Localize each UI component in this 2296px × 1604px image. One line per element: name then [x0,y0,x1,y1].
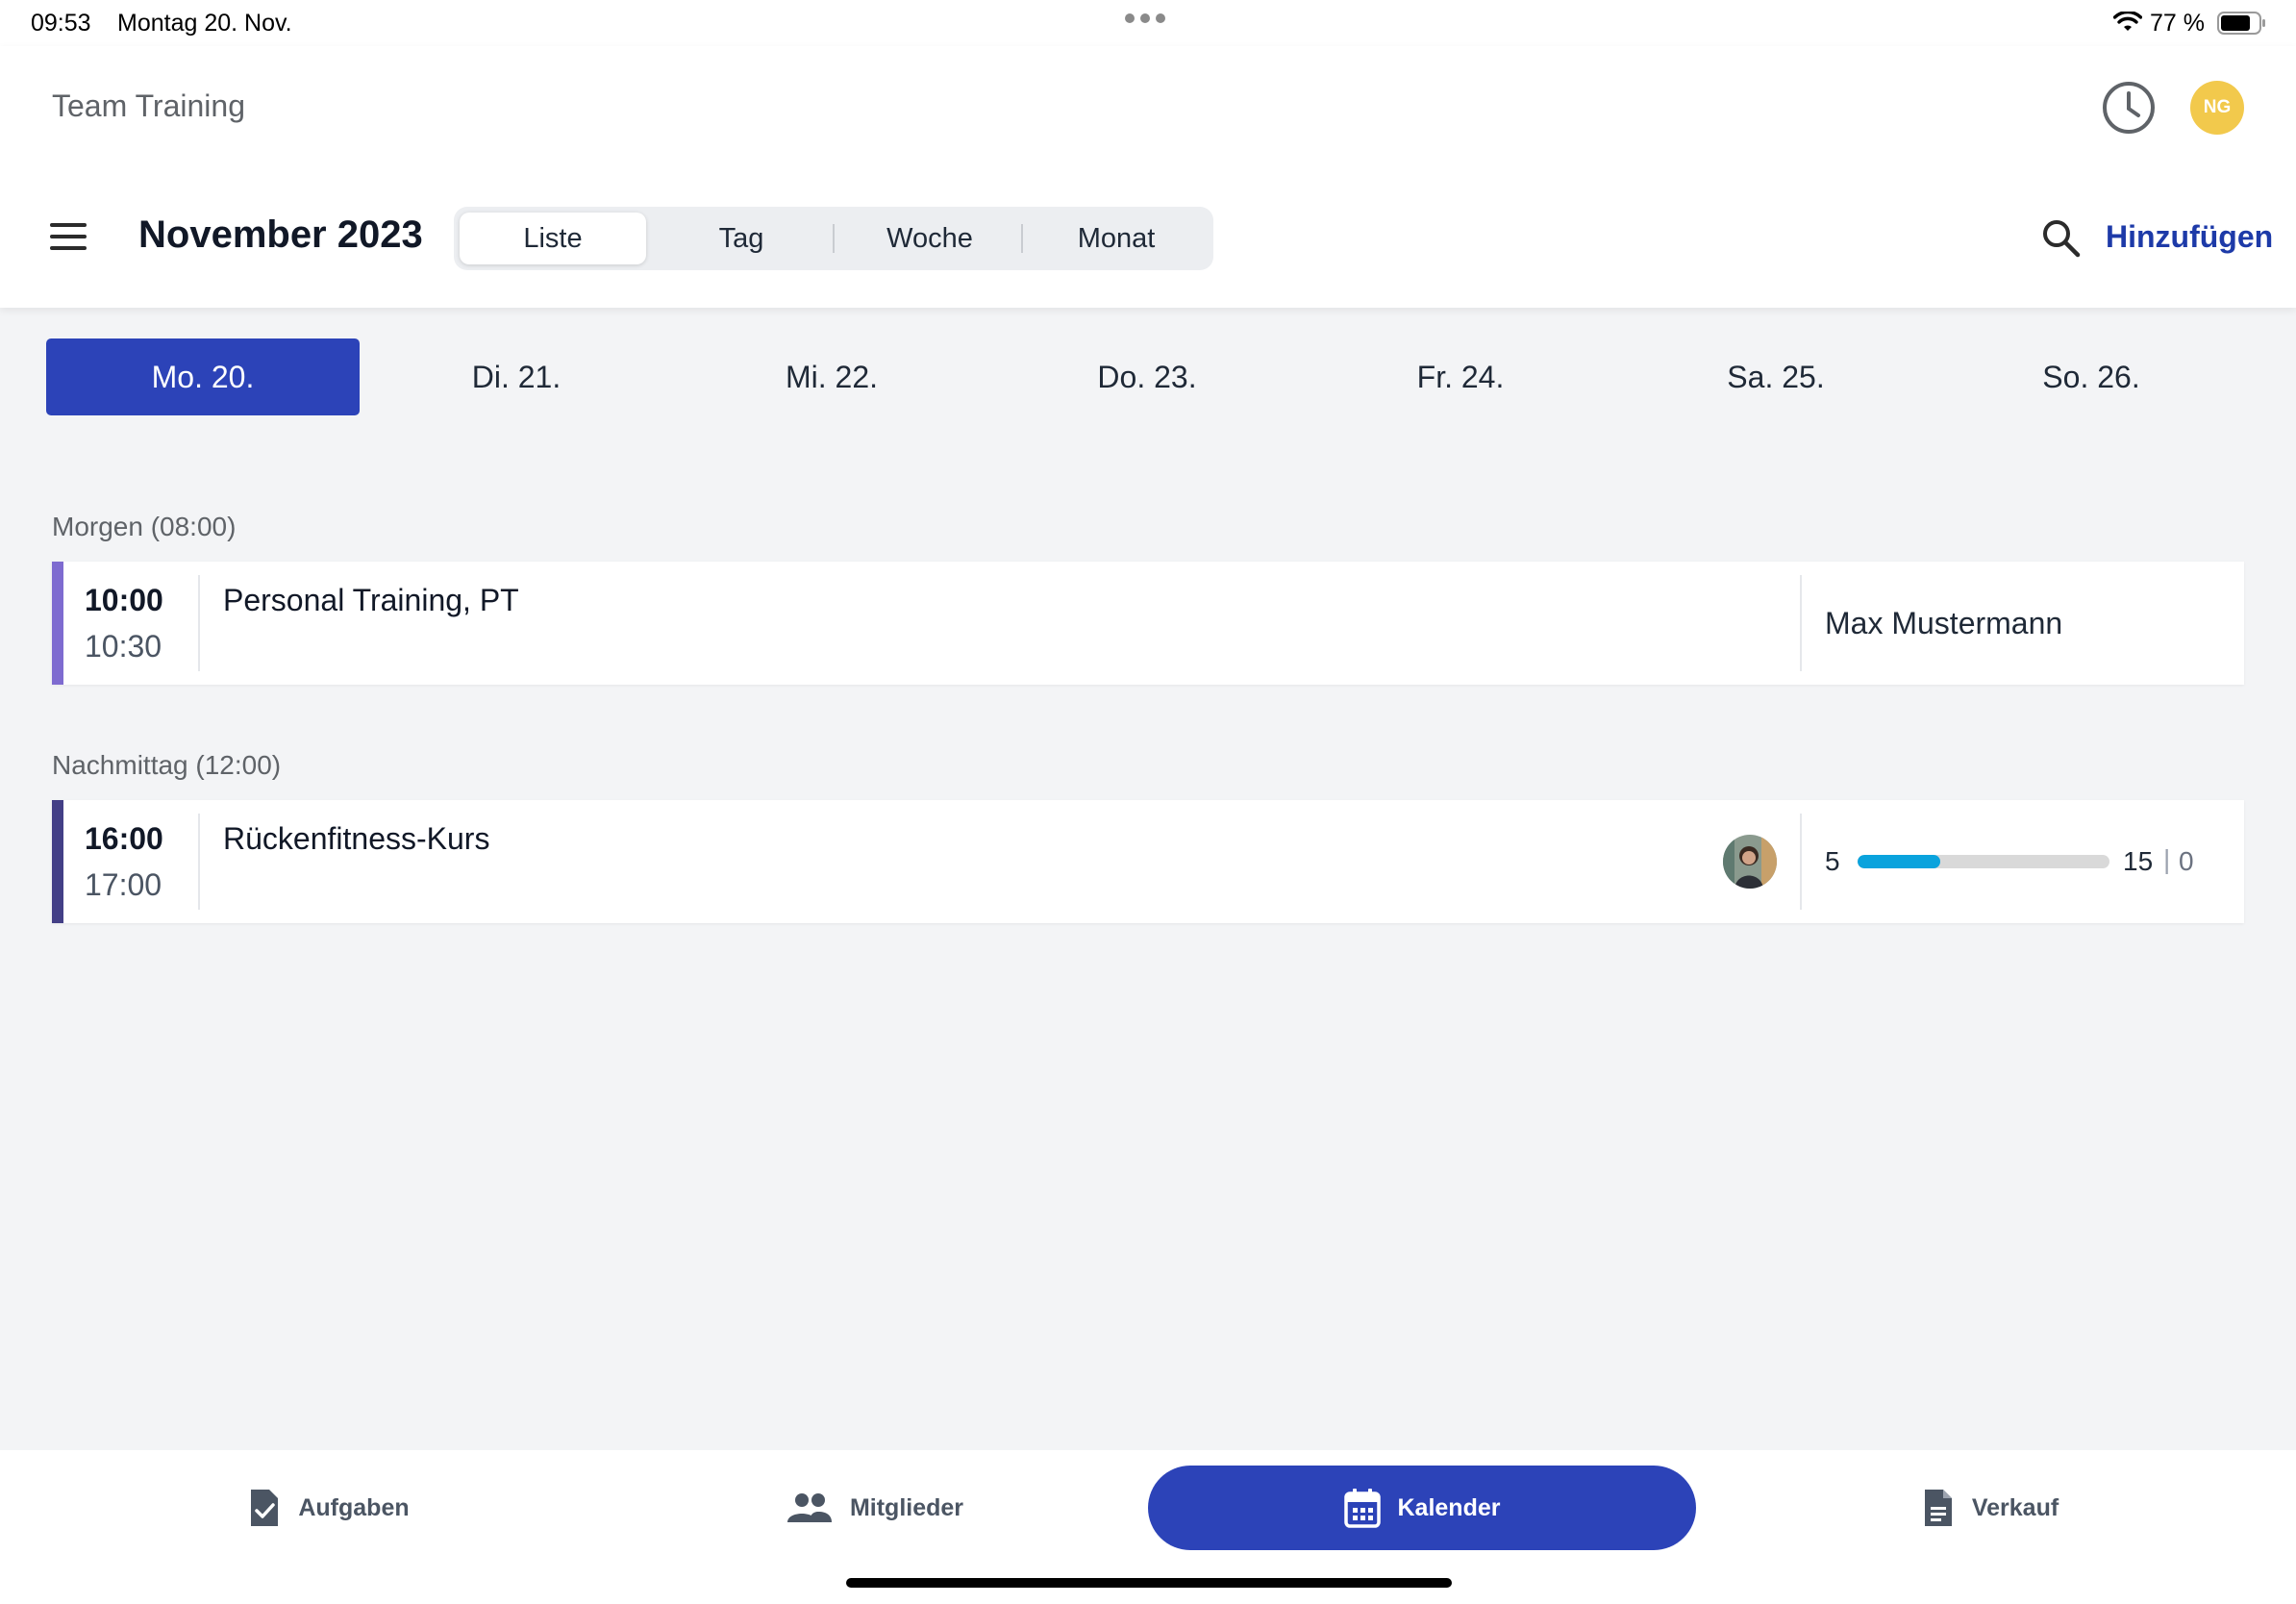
nav-label: Aufgaben [298,1493,410,1521]
day-thu[interactable]: Do. 23. [990,338,1304,415]
divider [198,814,200,910]
wifi-icon [2112,10,2143,38]
status-date: Montag 20. Nov. [117,10,292,37]
event-trainer: Max Mustermann [1825,606,2063,640]
event-card[interactable]: 10:00 10:30 Personal Training, PT Max Mu… [52,562,2244,685]
instructor-avatar [1723,835,1777,889]
add-button[interactable]: Hinzufügen [2106,219,2273,255]
event-title: Rückenfitness-Kurs [223,821,490,856]
tab-liste[interactable]: Liste [460,213,646,264]
event-end-time: 10:30 [85,629,162,664]
capacity-max: 15 [2123,846,2154,876]
event-card[interactable]: 16:00 17:00 Rückenfitness-Kurs 5 15 | 0 [52,800,2244,923]
month-title: November 2023 [138,213,423,256]
nav-aufgaben[interactable]: Aufgaben [185,1466,473,1550]
capacity-separator: | [2163,844,2171,874]
tab-woche[interactable]: Woche [836,213,1023,264]
home-indicator[interactable] [846,1578,1452,1588]
event-start-time: 10:00 [85,583,163,617]
divider [1800,814,1802,910]
divider [198,575,200,671]
status-bar [0,0,2296,46]
nav-kalender[interactable]: Kalender [1148,1466,1696,1550]
capacity-waitlist: 0 [2179,846,2194,876]
nav-label: Verkauf [1971,1493,2059,1521]
search-icon[interactable] [2040,217,2083,260]
nav-label: Kalender [1397,1493,1501,1521]
battery-percent: 77 % [2150,10,2205,37]
event-start-time: 16:00 [85,821,163,856]
people-icon [786,1493,832,1522]
day-wed[interactable]: Mi. 22. [675,338,988,415]
view-switcher: Liste Tag Woche Monat [454,207,1213,270]
day-tue[interactable]: Di. 21. [360,338,673,415]
capacity-bar [1858,855,2109,868]
capacity-booked: 5 [1825,846,1840,876]
event-accent-bar [52,800,63,923]
app-title: Team Training [52,88,245,123]
battery-icon [2217,12,2267,39]
capacity-bar-fill [1858,855,1941,868]
event-end-time: 17:00 [85,867,162,902]
day-sat[interactable]: Sa. 25. [1619,338,1933,415]
section-label-morning: Morgen (08:00) [52,512,237,541]
section-label-afternoon: Nachmittag (12:00) [52,750,282,780]
event-title: Personal Training, PT [223,583,519,617]
document-icon [1924,1490,1952,1526]
divider [1800,575,1802,671]
nav-verkauf[interactable]: Verkauf [1846,1466,2134,1550]
calendar-icon [1343,1489,1381,1528]
multitasking-dots-icon[interactable] [1125,13,1165,23]
day-sun[interactable]: So. 26. [1934,338,2248,415]
nav-mitglieder[interactable]: Mitglieder [731,1466,1019,1550]
day-mon[interactable]: Mo. 20. [46,338,360,415]
task-check-icon [251,1490,279,1526]
day-fri[interactable]: Fr. 24. [1304,338,1617,415]
user-avatar[interactable]: NG [2190,81,2244,135]
clock-icon[interactable] [2100,79,2158,137]
nav-label: Mitglieder [849,1493,964,1521]
tab-monat[interactable]: Monat [1023,213,1210,264]
status-time: 09:53 [31,10,91,37]
tab-divider [833,224,835,253]
tab-tag[interactable]: Tag [648,213,835,264]
event-accent-bar [52,562,63,685]
hamburger-menu-icon[interactable] [50,223,88,254]
